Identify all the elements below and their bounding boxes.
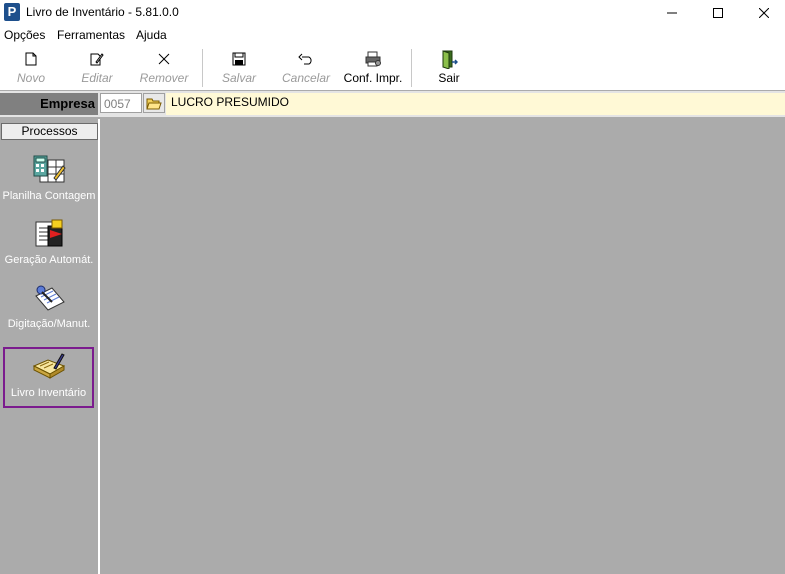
save-floppy-icon [232, 52, 246, 66]
minimize-icon [667, 12, 677, 14]
empresa-code-field[interactable]: 0057 [100, 93, 142, 113]
close-icon [759, 8, 769, 18]
maximize-icon [713, 8, 723, 18]
sidebar: Processos Planilha Contagem Geração Auto… [0, 119, 100, 574]
title-bar: P Livro de Inventário - 5.81.0.0 [0, 0, 785, 26]
exit-button-label: Sair [438, 71, 460, 85]
sidebar-item-planilha-contagem[interactable]: Planilha Contagem [0, 152, 98, 212]
edit-icon [90, 53, 104, 66]
cancel-button-label: Cancelar [281, 71, 331, 85]
typing-maintenance-icon [35, 285, 65, 311]
menu-ajuda[interactable]: Ajuda [136, 28, 167, 42]
empresa-bar: Empresa 0057 LUCRO PRESUMIDO [0, 91, 785, 117]
new-button-label: Novo [16, 71, 45, 85]
edit-button[interactable]: Editar [73, 49, 121, 89]
empresa-browse-button[interactable] [143, 93, 165, 113]
save-button-label: Salvar [221, 71, 256, 85]
sidebar-item-digitacao-manut[interactable]: Digitação/Manut. [0, 280, 98, 340]
spreadsheet-calculator-icon [33, 155, 66, 183]
menu-bar: Opções Ferramentas Ajuda [0, 26, 785, 45]
maximize-button[interactable] [695, 0, 741, 26]
remove-x-icon [158, 53, 170, 65]
new-button[interactable]: Novo [8, 49, 54, 89]
minimize-button[interactable] [649, 0, 695, 26]
sidebar-item-geracao-automat[interactable]: Geração Automát. [0, 216, 98, 276]
app-icon: P [4, 3, 20, 21]
empresa-label: Empresa [0, 93, 98, 115]
exit-door-icon [442, 50, 458, 69]
printer-config-icon [365, 51, 381, 67]
menu-ferramentas[interactable]: Ferramentas [57, 28, 125, 42]
print-config-button-label: Conf. Impr. [343, 71, 403, 85]
window-title: Livro de Inventário - 5.81.0.0 [26, 5, 179, 19]
sidebar-item-label: Livro Inventário [10, 387, 87, 399]
sidebar-item-livro-inventario[interactable]: Livro Inventário [3, 347, 94, 408]
remove-button[interactable]: Remover [137, 49, 191, 89]
sidebar-item-label: Digitação/Manut. [7, 318, 91, 330]
open-folder-icon [146, 98, 162, 109]
edit-button-label: Editar [81, 71, 113, 85]
sidebar-item-label: Planilha Contagem [2, 190, 96, 202]
exit-button[interactable]: Sair [428, 49, 470, 89]
main-content-area [104, 119, 785, 574]
toolbar-separator [202, 49, 203, 87]
toolbar: Novo Editar Remover Salvar Cancelar Conf… [0, 45, 785, 90]
print-config-button[interactable]: Conf. Impr. [340, 49, 406, 89]
auto-generation-icon [35, 219, 63, 247]
menu-opcoes[interactable]: Opções [4, 28, 45, 42]
undo-icon [298, 53, 312, 65]
save-button[interactable]: Salvar [216, 49, 262, 89]
inventory-book-icon [32, 353, 65, 379]
processos-header[interactable]: Processos [1, 123, 98, 140]
toolbar-separator [411, 49, 412, 87]
empresa-name: LUCRO PRESUMIDO [166, 93, 785, 115]
cancel-button[interactable]: Cancelar [278, 49, 334, 89]
remove-button-label: Remover [139, 71, 189, 85]
close-button[interactable] [741, 0, 785, 26]
new-document-icon [25, 52, 37, 66]
sidebar-item-label: Geração Automát. [4, 254, 94, 266]
